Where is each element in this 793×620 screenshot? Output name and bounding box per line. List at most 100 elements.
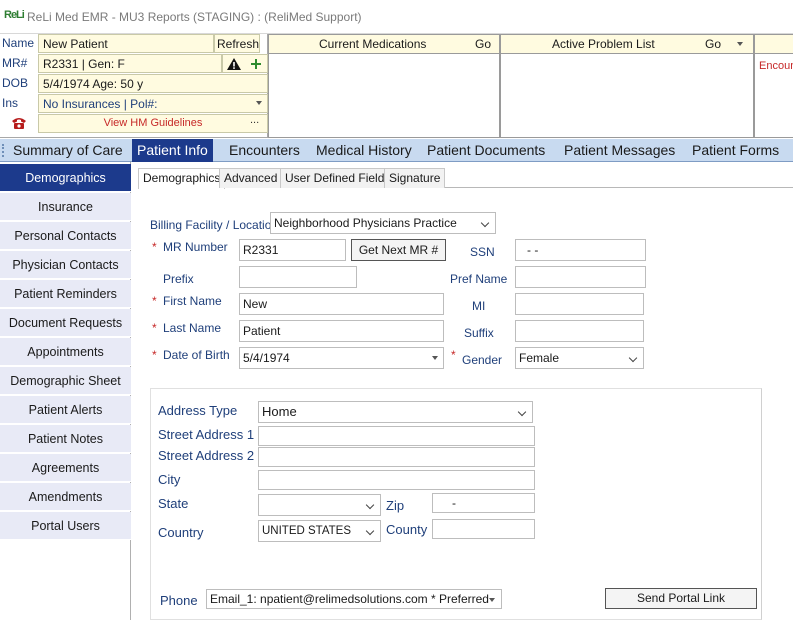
- hm-more-button[interactable]: ...: [250, 114, 259, 126]
- gender-label: Gender: [462, 353, 503, 367]
- nav-appointments[interactable]: Appointments: [0, 338, 131, 366]
- required-marker: *: [152, 240, 157, 254]
- encounter-panel: Encoun: [754, 34, 793, 138]
- state-label: State: [158, 496, 189, 511]
- nav-demographics[interactable]: Demographics: [0, 164, 131, 192]
- last-name-field[interactable]: Patient: [239, 320, 444, 342]
- main-tab-strip: Summary of Care Patient Info Encounters …: [0, 139, 793, 162]
- subtab-demographics[interactable]: Demographics: [138, 168, 226, 189]
- sub-tab-strip: Demographics Advanced User Defined Field…: [138, 168, 793, 189]
- nav-demographic-sheet[interactable]: Demographic Sheet: [0, 367, 131, 395]
- zip-field[interactable]: -: [432, 493, 535, 513]
- send-portal-link-button[interactable]: Send Portal Link: [605, 588, 757, 609]
- nav-physician-contacts[interactable]: Physician Contacts: [0, 251, 131, 279]
- street-address-2-label: Street Address 2: [158, 448, 255, 463]
- chevron-down-icon[interactable]: [489, 598, 495, 602]
- tab-patient-documents[interactable]: Patient Documents: [422, 139, 550, 162]
- tab-medical-history[interactable]: Medical History: [311, 139, 417, 162]
- city-label: City: [158, 472, 181, 487]
- title-bar: ReLi ReLi Med EMR - MU3 Reports (STAGING…: [0, 0, 793, 34]
- ssn-label: SSN: [470, 245, 495, 259]
- alert-add-group: [222, 54, 268, 73]
- street-address-2-field[interactable]: [258, 447, 535, 467]
- app-logo: ReLi: [4, 9, 25, 21]
- address-type-label: Address Type: [158, 403, 238, 418]
- required-marker: *: [451, 348, 456, 362]
- first-name-field[interactable]: New: [239, 293, 444, 315]
- nav-patient-alerts[interactable]: Patient Alerts: [0, 396, 131, 424]
- get-next-mr-button[interactable]: Get Next MR #: [351, 239, 446, 261]
- nav-insurance[interactable]: Insurance: [0, 193, 131, 221]
- prefix-field[interactable]: [239, 266, 357, 288]
- nav-patient-reminders[interactable]: Patient Reminders: [0, 280, 131, 308]
- subtab-user-defined-fields[interactable]: User Defined Fields: [280, 168, 396, 188]
- current-medications-panel: Current Medications Go: [268, 34, 500, 138]
- nav-document-requests[interactable]: Document Requests: [0, 309, 131, 337]
- tab-patient-forms[interactable]: Patient Forms: [687, 139, 784, 162]
- phone-icon[interactable]: [10, 116, 28, 130]
- medications-title: Current Medications: [319, 37, 427, 51]
- ins-label: Ins: [2, 96, 19, 110]
- tab-encounters[interactable]: Encounters: [224, 139, 305, 162]
- first-name-label: First Name: [163, 294, 222, 308]
- street-address-1-field[interactable]: [258, 426, 535, 446]
- patient-header: Name New Patient Refresh MR# R2331 | Gen…: [0, 34, 268, 138]
- billing-facility-select[interactable]: Neighborhood Physicians Practice: [270, 212, 496, 234]
- prefix-label: Prefix: [163, 272, 194, 286]
- encounter-partial-label[interactable]: Encoun: [759, 60, 793, 72]
- left-nav: Demographics Insurance Personal Contacts…: [0, 162, 131, 620]
- gender-select[interactable]: Female: [515, 347, 644, 369]
- state-select[interactable]: [258, 494, 381, 516]
- refresh-button[interactable]: Refresh: [214, 34, 260, 53]
- nav-portal-users[interactable]: Portal Users: [0, 512, 131, 540]
- required-marker: *: [152, 294, 157, 308]
- tab-summary-of-care[interactable]: Summary of Care: [8, 139, 128, 162]
- country-label: Country: [158, 525, 204, 540]
- dob-age-field: 5/4/1974 Age: 50 y: [38, 74, 268, 93]
- mr-gender-field: R2331 | Gen: F: [38, 54, 222, 73]
- street-address-1-label: Street Address 1: [158, 427, 255, 442]
- suffix-label: Suffix: [464, 326, 494, 340]
- ssn-field[interactable]: - -: [515, 239, 646, 261]
- mr-number-label: MR Number: [163, 240, 228, 254]
- nav-amendments[interactable]: Amendments: [0, 483, 131, 511]
- nav-patient-notes[interactable]: Patient Notes: [0, 425, 131, 453]
- pref-name-field[interactable]: [515, 266, 646, 288]
- chevron-down-icon[interactable]: [432, 356, 438, 360]
- billing-facility-label: Billing Facility / Location: [150, 218, 279, 232]
- suffix-field[interactable]: [515, 320, 644, 342]
- tab-patient-info[interactable]: Patient Info: [132, 139, 213, 162]
- subtab-signature[interactable]: Signature: [384, 168, 446, 188]
- mi-field[interactable]: [515, 293, 644, 315]
- active-problem-list-panel: Active Problem List Go: [500, 34, 754, 138]
- problems-title: Active Problem List: [552, 37, 655, 51]
- required-marker: *: [152, 321, 157, 335]
- warning-icon[interactable]: [226, 57, 242, 71]
- problems-header: Active Problem List Go: [501, 35, 753, 54]
- county-label: County: [386, 522, 428, 537]
- view-hm-guidelines-button[interactable]: View HM Guidelines: [38, 114, 268, 133]
- tab-strip-grip: [2, 144, 5, 157]
- nav-personal-contacts[interactable]: Personal Contacts: [0, 222, 131, 250]
- patient-name-field[interactable]: New Patient: [38, 34, 214, 53]
- subtab-advanced[interactable]: Advanced: [219, 168, 283, 188]
- chevron-down-icon[interactable]: [737, 42, 743, 46]
- insurance-select[interactable]: No Insurances | Pol#:: [38, 94, 268, 113]
- last-name-label: Last Name: [163, 321, 222, 335]
- phone-label: Phone: [160, 593, 198, 608]
- add-icon[interactable]: [250, 58, 262, 70]
- mr-label: MR#: [2, 56, 28, 70]
- date-of-birth-field[interactable]: 5/4/1974: [239, 347, 444, 369]
- county-field[interactable]: [432, 519, 535, 539]
- address-type-select[interactable]: Home: [258, 401, 533, 423]
- mr-number-field[interactable]: R2331: [239, 239, 346, 261]
- city-field[interactable]: [258, 470, 535, 490]
- pref-name-label: Pref Name: [450, 272, 508, 286]
- problems-go-button[interactable]: Go: [705, 37, 721, 51]
- tab-patient-messages[interactable]: Patient Messages: [559, 139, 680, 162]
- nav-agreements[interactable]: Agreements: [0, 454, 131, 482]
- name-label: Name: [2, 36, 35, 50]
- country-select[interactable]: UNITED STATES: [258, 520, 381, 542]
- medications-go-button[interactable]: Go: [475, 37, 491, 51]
- phone-contact-select[interactable]: Email_1: npatient@relimedsolutions.com *…: [206, 589, 502, 609]
